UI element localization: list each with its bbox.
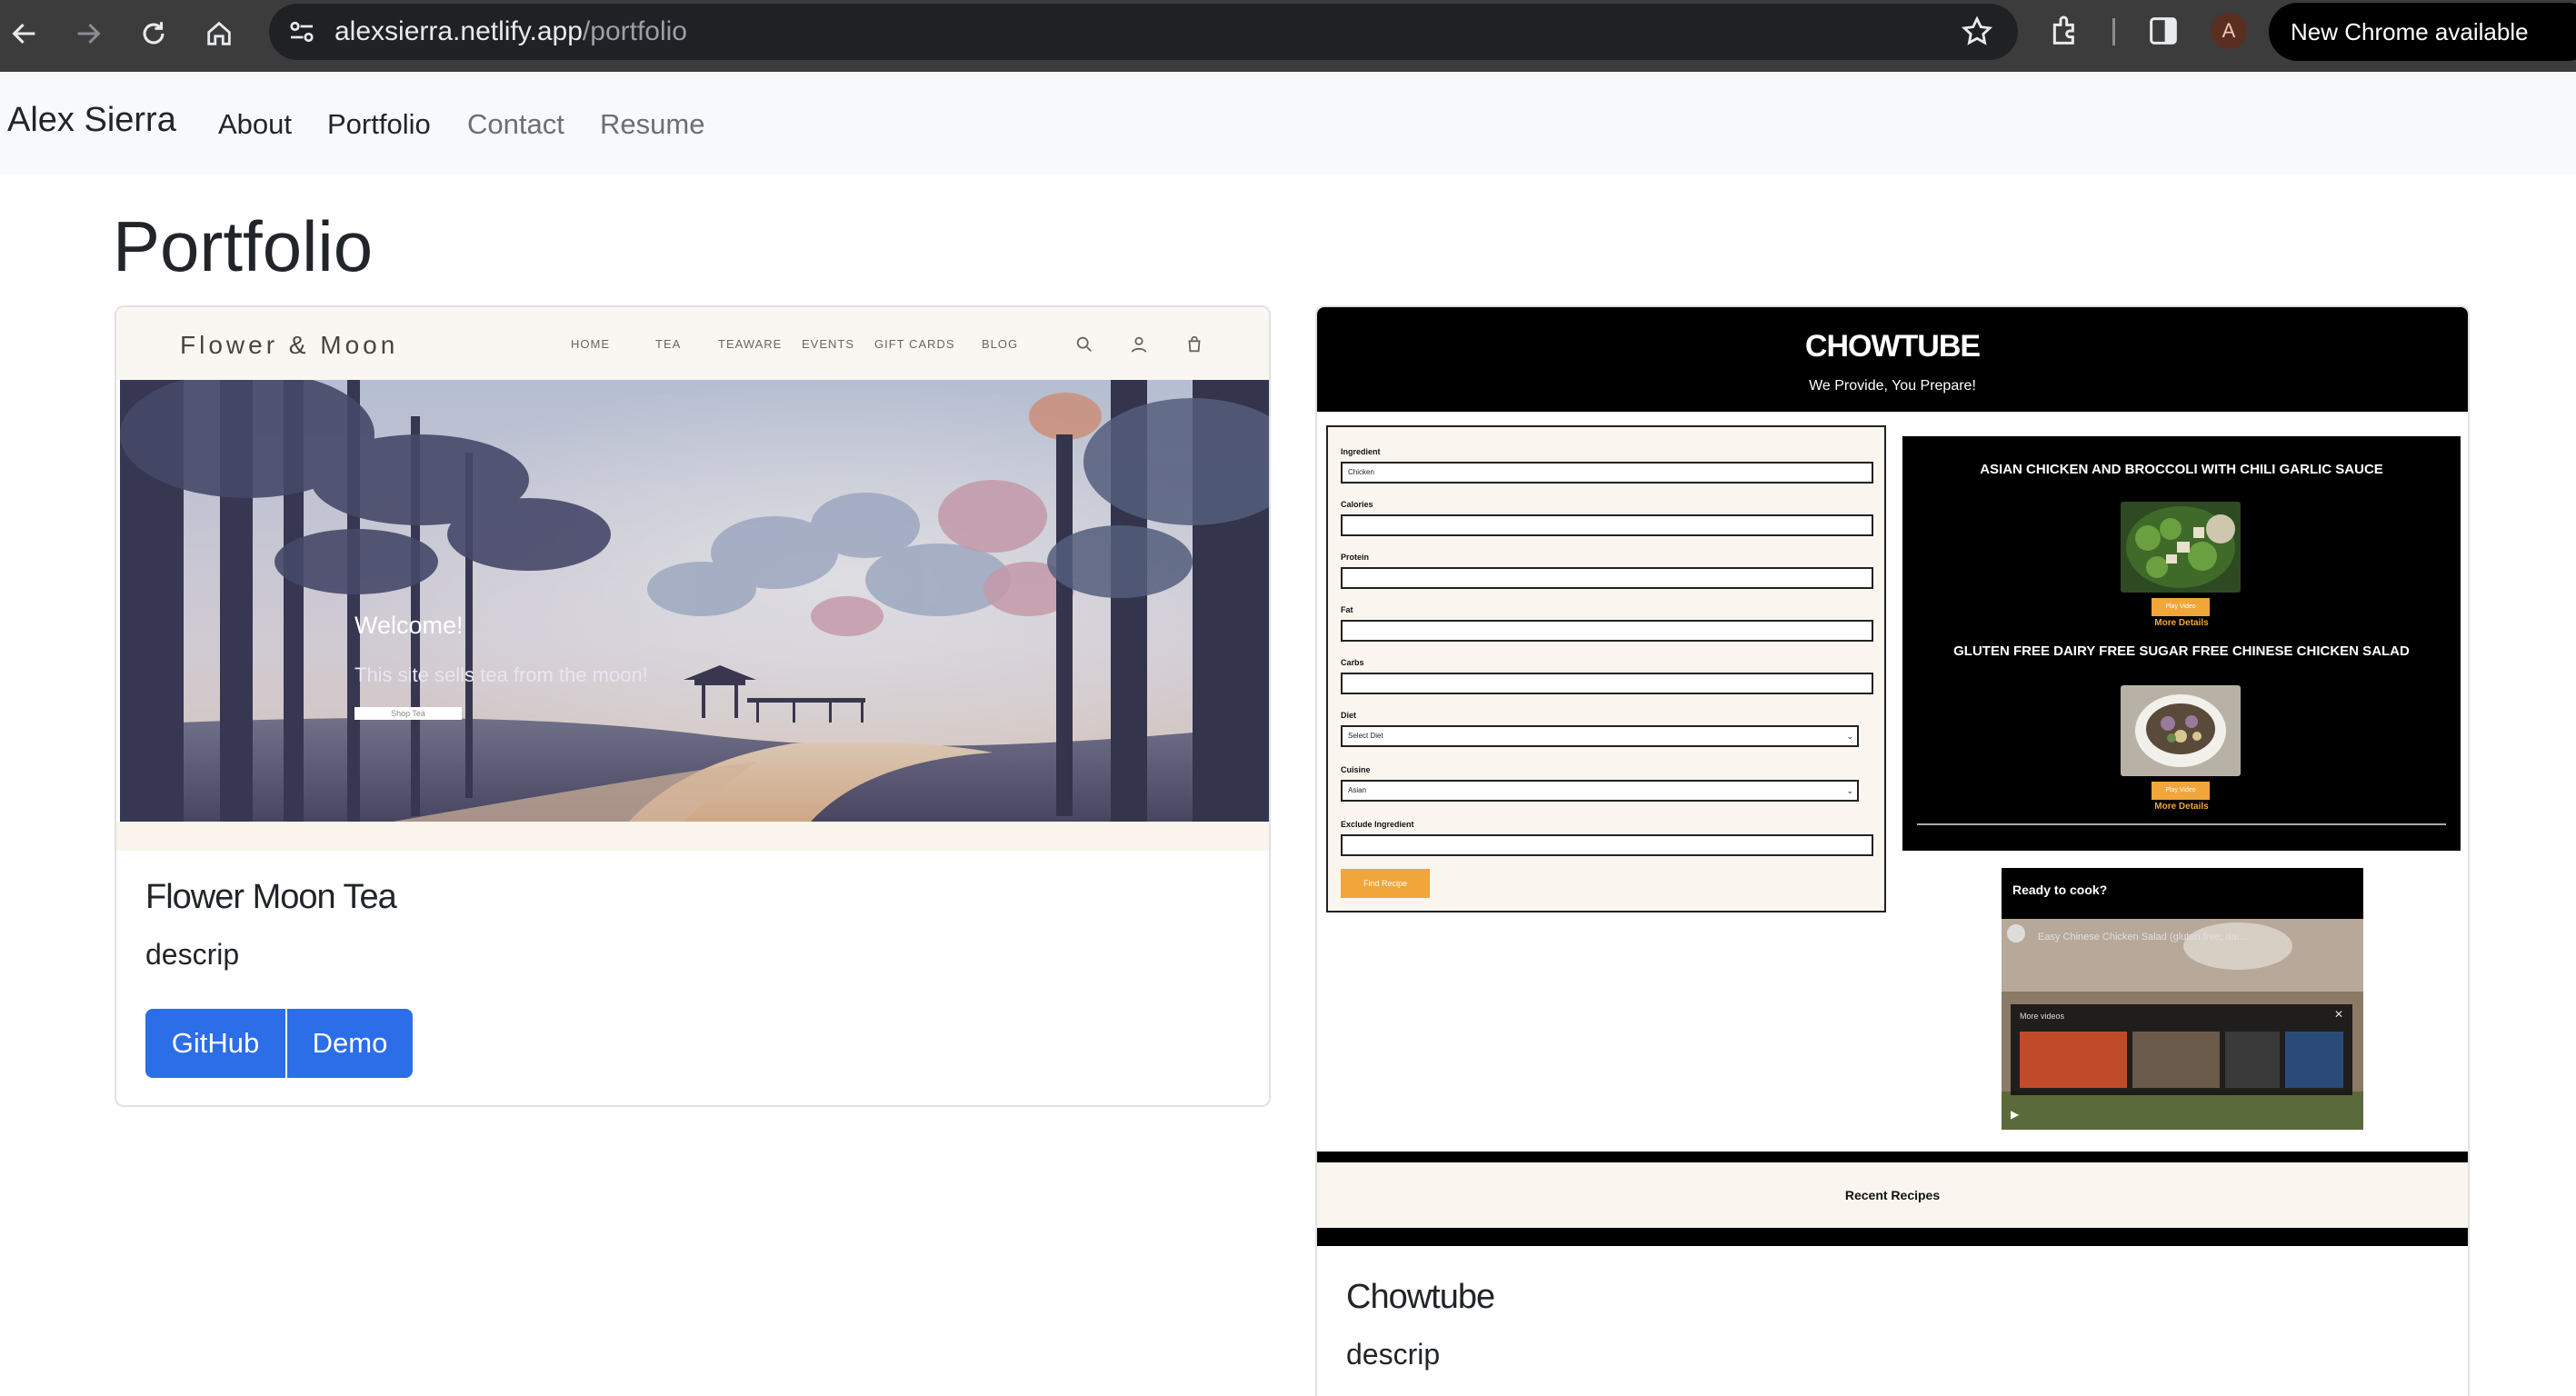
url-path: /portfolio <box>582 16 687 46</box>
form-label-cuisine: Cuisine <box>1341 765 1371 774</box>
video-heading: Ready to cook? <box>2012 882 2108 897</box>
preview-nav-home: HOME <box>571 337 610 351</box>
project-description: descrip <box>145 938 240 971</box>
preview-logo: Flower & Moon <box>180 331 399 359</box>
new-chrome-available-button[interactable]: New Chrome available <box>2269 3 2576 61</box>
preview-nav-tea: TEA <box>655 337 682 351</box>
arrow-right-icon <box>77 23 101 45</box>
more-details-link: More Details <box>2154 618 2209 628</box>
project-card-flower-moon: Flower & Moon HOME TEA TEAWARE EVENTS GI… <box>115 305 1271 1107</box>
preview-hero-image: Welcome! This site sells tea from the mo… <box>120 380 1269 822</box>
preview-tagline: This site sells tea from the moon! <box>354 663 648 686</box>
profile-avatar[interactable]: A <box>2211 13 2247 49</box>
play-video-button: Play Video <box>2152 598 2210 616</box>
preview-nav-blog: BLOG <box>982 337 1019 351</box>
preview-search-icon <box>1076 336 1092 352</box>
chevron-down-icon: ⌄ <box>1846 786 1853 795</box>
preview-nav-teaware: TEAWARE <box>718 337 783 351</box>
preview-welcome-heading: Welcome! <box>354 612 464 639</box>
form-input-carbs <box>1341 673 1873 694</box>
more-videos-label: More videos <box>2020 1012 2065 1021</box>
more-videos-overlay: More videos ✕ <box>2011 1004 2352 1095</box>
video-title: Easy Chinese Chicken Salad (gluten free,… <box>2038 932 2248 942</box>
home-button[interactable] <box>196 11 242 56</box>
project-card-chowtube: CHOWTUBE We Provide, You Prepare! Ingred… <box>1315 305 2470 1396</box>
forward-button[interactable] <box>65 11 111 56</box>
bookmark-star-icon[interactable] <box>1960 15 1994 49</box>
chowtube-logo: CHOWTUBE <box>1804 329 1981 364</box>
form-input-exclude <box>1341 834 1873 856</box>
form-label-ingredient: Ingredient <box>1341 447 1381 456</box>
form-input-ingredient: Chicken <box>1341 462 1873 484</box>
demo-button[interactable]: Demo <box>287 1009 413 1078</box>
github-button[interactable]: GitHub <box>145 1009 285 1078</box>
recipe-thumbnail-image <box>2121 502 2241 593</box>
url-text: alexsierra.netlify.app/portfolio <box>334 4 687 60</box>
preview-site-header: Flower & Moon HOME TEA TEAWARE EVENTS GI… <box>116 307 1269 380</box>
toolbar-divider <box>2112 18 2115 45</box>
play-video-button: Play Video <box>2152 782 2210 800</box>
form-input-calories <box>1341 514 1873 536</box>
form-input-fat <box>1341 620 1873 642</box>
video-thumbnail <box>2225 1032 2280 1088</box>
play-icon: ▶ <box>2011 1108 2020 1121</box>
preview-cart-icon <box>1188 335 1201 353</box>
site-navbar: Alex Sierra About Portfolio Contact Resu… <box>0 72 2576 174</box>
project-description: descrip <box>1346 1338 1441 1371</box>
find-recipe-button: Find Recipe <box>1341 869 1430 898</box>
recipe-thumbnail-image <box>2121 685 2241 776</box>
form-label-calories: Calories <box>1341 500 1373 509</box>
chowtube-tagline: We Provide, You Prepare! <box>1809 378 1976 394</box>
preview-nav-events: EVENTS <box>802 337 855 351</box>
side-panel-icon[interactable] <box>2145 13 2182 49</box>
preview-bottom-strip <box>116 822 1269 851</box>
result-title: ASIAN CHICKEN AND BROCCOLI WITH CHILI GA… <box>1980 462 2383 477</box>
video-thumbnail <box>2132 1032 2220 1088</box>
results-divider <box>1917 823 2446 825</box>
video-thumbnail <box>2020 1032 2127 1088</box>
form-input-protein <box>1341 567 1873 589</box>
back-button[interactable] <box>2 11 47 56</box>
result-title: GLUTEN FREE DAIRY FREE SUGAR FREE CHINES… <box>1953 643 2410 659</box>
form-label-carbs: Carbs <box>1341 658 1364 667</box>
browser-toolbar: alexsierra.netlify.app/portfolio A New C… <box>0 0 2576 72</box>
site-brand[interactable]: Alex Sierra <box>7 101 176 140</box>
chowtube-video-embed: Ready to cook? Easy Chinese Chicken Sala… <box>2002 868 2363 1130</box>
reload-button[interactable] <box>131 11 176 56</box>
chowtube-results-panel: ASIAN CHICKEN AND BROCCOLI WITH CHILI GA… <box>1902 436 2461 851</box>
diet-select-value: Select Diet <box>1348 732 1383 740</box>
form-select-cuisine: Asian ⌄ <box>1341 780 1859 802</box>
cuisine-select-value: Asian <box>1348 786 1367 794</box>
preview-nav-gift-cards: GIFT CARDS <box>874 337 955 351</box>
forest-scene-image <box>120 380 1269 822</box>
form-label-exclude: Exclude Ingredient <box>1341 820 1414 829</box>
more-details-link: More Details <box>2154 802 2209 812</box>
reload-icon <box>143 22 165 45</box>
project-title: Chowtube <box>1346 1278 1495 1316</box>
nav-link-contact[interactable]: Contact <box>467 108 564 141</box>
project-title: Flower Moon Tea <box>145 878 397 916</box>
close-icon: ✕ <box>2333 1008 2343 1021</box>
form-label-protein: Protein <box>1341 553 1370 562</box>
nav-link-resume[interactable]: Resume <box>600 108 704 141</box>
preview-account-icon <box>1131 336 1147 353</box>
nav-link-about[interactable]: About <box>218 108 292 141</box>
home-icon <box>207 21 231 45</box>
video-thumbnail <box>2285 1032 2343 1088</box>
nav-link-portfolio[interactable]: Portfolio <box>327 108 431 141</box>
form-label-fat: Fat <box>1341 605 1353 614</box>
address-bar[interactable]: alexsierra.netlify.app/portfolio <box>269 4 2018 60</box>
extensions-icon[interactable] <box>2047 13 2083 49</box>
chowtube-preview-header: CHOWTUBE We Provide, You Prepare! <box>1317 307 2468 412</box>
url-host: alexsierra.netlify.app <box>334 16 583 46</box>
form-select-diet: Select Diet ⌄ <box>1341 725 1859 747</box>
page-title: Portfolio <box>113 206 374 286</box>
chowtube-search-form: Ingredient Chicken Calories Protein Fat … <box>1326 425 1886 912</box>
preview-shop-tea-button: Shop Tea <box>354 707 462 720</box>
site-settings-icon[interactable] <box>285 15 318 48</box>
form-label-diet: Diet <box>1341 711 1357 720</box>
recent-recipes-label: Recent Recipes <box>1317 1162 2468 1228</box>
chevron-down-icon: ⌄ <box>1846 732 1853 741</box>
arrow-left-icon <box>12 23 35 45</box>
